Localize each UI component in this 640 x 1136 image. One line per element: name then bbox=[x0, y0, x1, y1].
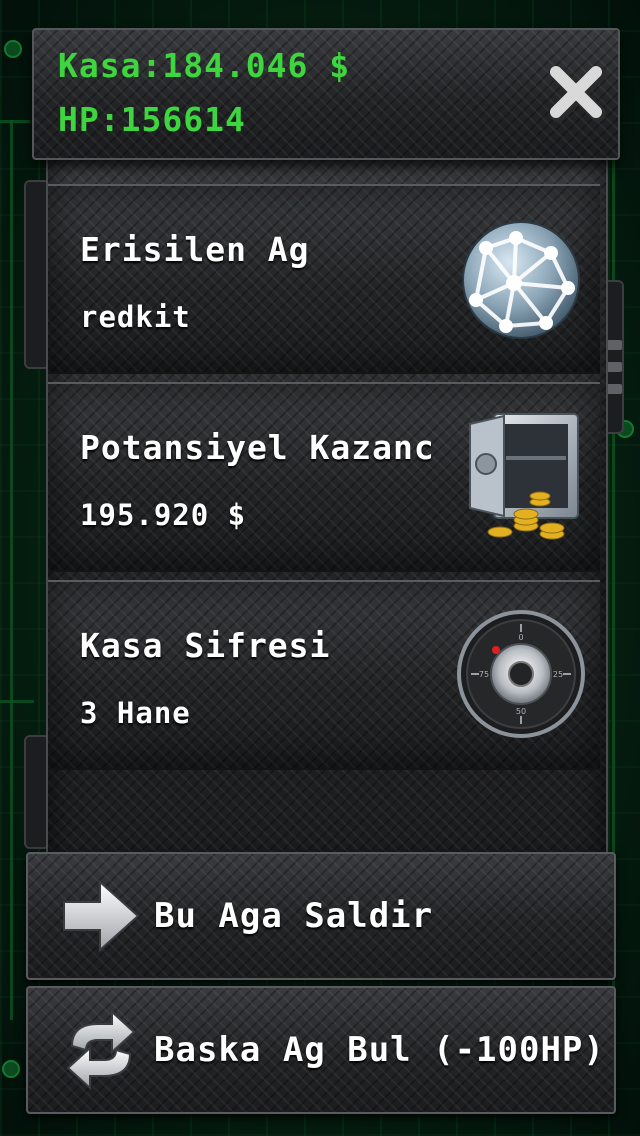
status-header: Kasa:184.046 $ HP:156614 bbox=[32, 28, 620, 160]
earnings-title: Potansiyel Kazanc bbox=[80, 428, 435, 467]
refresh-arrows-icon bbox=[58, 1006, 144, 1094]
game-screen: Kasa:184.046 $ HP:156614 Erisilen Ag red… bbox=[0, 0, 640, 1136]
attack-network-label: Bu Aga Saldir bbox=[154, 896, 434, 936]
circuit-trace bbox=[0, 700, 34, 703]
network-card: Erisilen Ag redkit bbox=[48, 184, 600, 374]
password-title: Kasa Sifresi bbox=[80, 626, 331, 665]
close-x-icon bbox=[550, 66, 606, 122]
circuit-trace bbox=[10, 120, 13, 1020]
network-title: Erisilen Ag bbox=[80, 230, 310, 269]
combination-dial-icon: 0 25 50 75 bbox=[456, 604, 586, 744]
find-another-network-button[interactable]: Baska Ag Bul (-100HP) bbox=[26, 986, 616, 1114]
connector-nub bbox=[606, 362, 622, 372]
close-button[interactable] bbox=[544, 60, 608, 124]
arrow-right-icon bbox=[58, 872, 144, 960]
circuit-node bbox=[4, 40, 22, 58]
connector-nub bbox=[606, 384, 622, 394]
svg-text:75: 75 bbox=[479, 670, 489, 679]
connector-nub bbox=[606, 340, 622, 350]
circuit-trace bbox=[0, 120, 30, 123]
svg-text:25: 25 bbox=[553, 670, 563, 679]
earnings-value: 195.920 $ bbox=[80, 498, 247, 532]
earnings-card: Potansiyel Kazanc 195.920 $ bbox=[48, 382, 600, 572]
find-another-network-label: Baska Ag Bul (-100HP) bbox=[154, 1030, 605, 1070]
attack-network-button[interactable]: Bu Aga Saldir bbox=[26, 852, 616, 980]
network-value: redkit bbox=[80, 300, 191, 334]
password-value: 3 Hane bbox=[80, 696, 191, 730]
kasa-balance: Kasa:184.046 $ bbox=[58, 46, 351, 85]
password-card: Kasa Sifresi 3 Hane 0 25 50 75 bbox=[48, 580, 600, 770]
open-safe-with-coins-icon bbox=[456, 406, 586, 546]
circuit-node bbox=[2, 1060, 20, 1078]
hp-counter: HP:156614 bbox=[58, 100, 246, 139]
network-globe-icon bbox=[456, 208, 586, 348]
svg-text:0: 0 bbox=[518, 633, 523, 642]
svg-text:50: 50 bbox=[516, 707, 526, 716]
